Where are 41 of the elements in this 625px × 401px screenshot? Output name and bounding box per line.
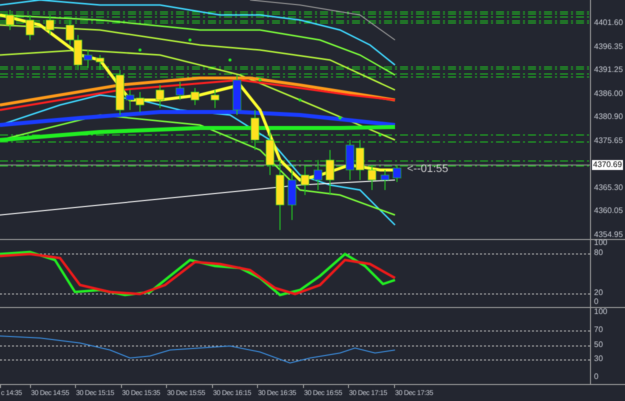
candlestick [46,14,54,36]
candlestick [300,164,310,196]
candlestick [380,170,390,190]
price-axis-label: 4380.90 [594,113,623,121]
current-price-tag: 4370.69 [592,160,623,170]
rsi-axis-label: 70 [594,326,603,334]
candlestick [26,14,34,40]
stochastic-axis-label: 100 [594,239,608,247]
countdown-timer: <--01:55 [407,162,448,177]
candlestick [190,88,200,106]
rsi-axis-label: 30 [594,355,603,363]
stochastic-axis-label: 20 [594,289,603,297]
price-axis-label: 4386.00 [594,90,623,98]
candlestick [66,20,74,46]
price-axis-label: 4401.60 [594,19,623,27]
price-axis-label: 4375.65 [594,137,623,145]
candlestick [326,150,334,196]
stochastic-axis-label: 0 [594,298,598,306]
candlestick [356,140,364,180]
candlestick [96,54,104,70]
candlestick [6,10,14,30]
candlestick [232,74,242,116]
candlestick [346,140,354,180]
candlestick [176,82,184,100]
price-axis-label: 4354.95 [594,231,623,239]
candlestick [156,84,164,108]
rsi-axis-label: 0 [594,373,598,381]
price-axis-label: 4365.30 [594,184,623,192]
price-axis-label: 4360.05 [594,207,623,215]
stochastic-axis-label: 80 [594,249,603,257]
rsi-axis-label: 100 [594,308,608,316]
rsi-axis-label: 50 [594,341,603,349]
candlestick [250,110,260,150]
price-axis-label: 4396.35 [594,43,623,51]
candlestick [368,164,376,190]
candlestick [314,160,322,190]
candlestick [288,170,296,220]
candlestick [136,92,144,112]
price-axis-label: 4391.25 [594,66,623,74]
candlestick [392,164,402,182]
candlestick [210,90,220,108]
